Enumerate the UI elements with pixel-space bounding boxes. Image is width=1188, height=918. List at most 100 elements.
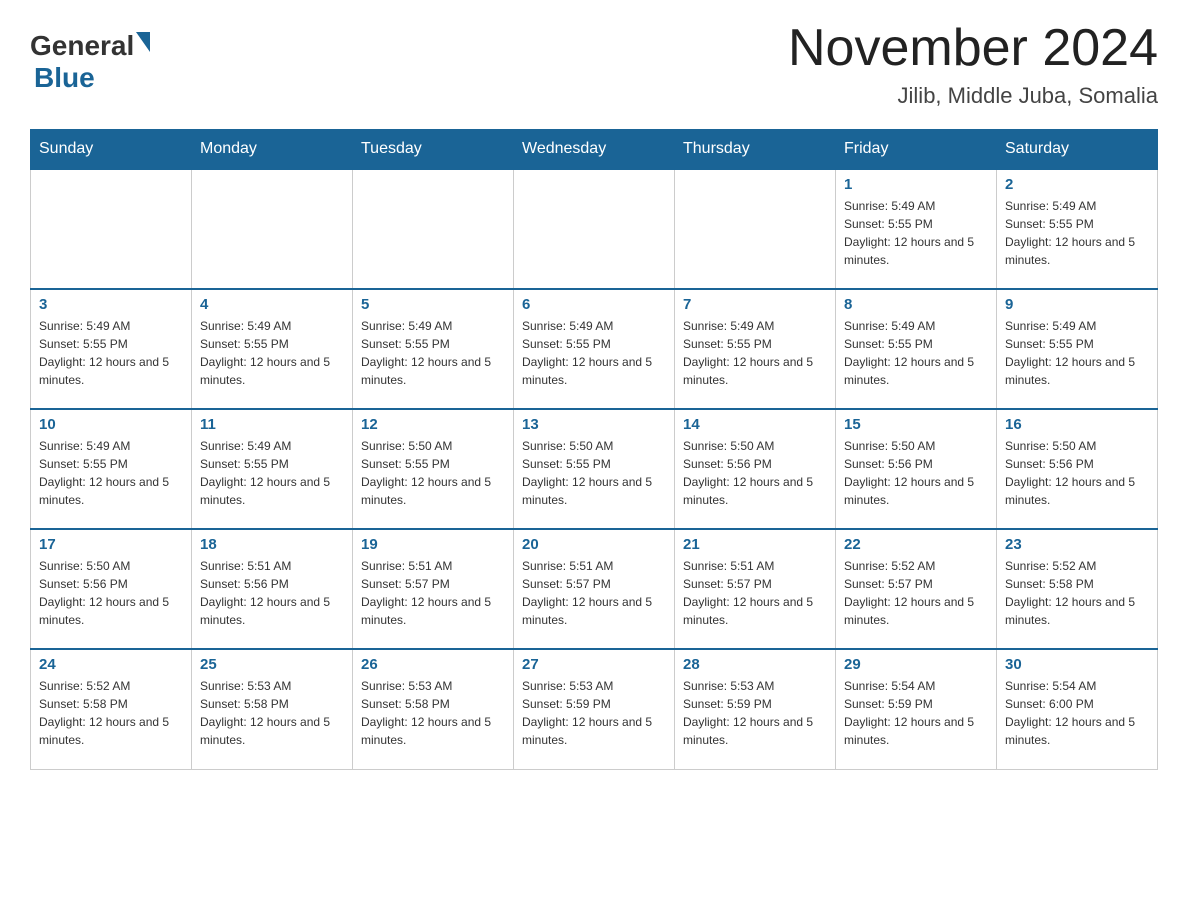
day-info: Sunrise: 5:49 AMSunset: 5:55 PMDaylight:… — [522, 317, 666, 389]
day-info: Sunrise: 5:53 AMSunset: 5:59 PMDaylight:… — [522, 677, 666, 749]
calendar-cell: 21 Sunrise: 5:51 AMSunset: 5:57 PMDayligh… — [675, 529, 836, 649]
day-number: 23 — [1005, 536, 1149, 553]
day-info: Sunrise: 5:51 AMSunset: 5:57 PMDaylight:… — [683, 557, 827, 629]
day-number: 12 — [361, 416, 505, 433]
logo-blue-text: Blue — [34, 62, 95, 94]
calendar-table: SundayMondayTuesdayWednesdayThursdayFrid… — [30, 129, 1158, 770]
day-number: 26 — [361, 656, 505, 673]
day-info: Sunrise: 5:49 AMSunset: 5:55 PMDaylight:… — [683, 317, 827, 389]
day-info: Sunrise: 5:50 AMSunset: 5:56 PMDaylight:… — [39, 557, 183, 629]
day-info: Sunrise: 5:49 AMSunset: 5:55 PMDaylight:… — [361, 317, 505, 389]
calendar-cell: 11 Sunrise: 5:49 AMSunset: 5:55 PMDayligh… — [192, 409, 353, 529]
day-info: Sunrise: 5:50 AMSunset: 5:55 PMDaylight:… — [361, 437, 505, 509]
calendar-header-saturday: Saturday — [997, 130, 1158, 170]
day-number: 20 — [522, 536, 666, 553]
calendar-cell: 5 Sunrise: 5:49 AMSunset: 5:55 PMDaylight… — [353, 289, 514, 409]
day-number: 14 — [683, 416, 827, 433]
day-number: 5 — [361, 296, 505, 313]
calendar-cell: 23 Sunrise: 5:52 AMSunset: 5:58 PMDayligh… — [997, 529, 1158, 649]
day-number: 8 — [844, 296, 988, 313]
calendar-cell — [353, 169, 514, 289]
day-number: 19 — [361, 536, 505, 553]
day-info: Sunrise: 5:49 AMSunset: 5:55 PMDaylight:… — [200, 317, 344, 389]
logo-triangle-icon — [136, 32, 150, 52]
calendar-cell — [31, 169, 192, 289]
day-number: 6 — [522, 296, 666, 313]
day-number: 1 — [844, 176, 988, 193]
day-number: 16 — [1005, 416, 1149, 433]
month-title: November 2024 — [788, 20, 1158, 77]
day-info: Sunrise: 5:51 AMSunset: 5:56 PMDaylight:… — [200, 557, 344, 629]
day-info: Sunrise: 5:50 AMSunset: 5:56 PMDaylight:… — [1005, 437, 1149, 509]
day-info: Sunrise: 5:52 AMSunset: 5:58 PMDaylight:… — [1005, 557, 1149, 629]
day-number: 17 — [39, 536, 183, 553]
day-info: Sunrise: 5:52 AMSunset: 5:58 PMDaylight:… — [39, 677, 183, 749]
title-area: November 2024 Jilib, Middle Juba, Somali… — [788, 20, 1158, 109]
day-number: 29 — [844, 656, 988, 673]
day-info: Sunrise: 5:54 AMSunset: 6:00 PMDaylight:… — [1005, 677, 1149, 749]
day-number: 30 — [1005, 656, 1149, 673]
calendar-cell: 8 Sunrise: 5:49 AMSunset: 5:55 PMDaylight… — [836, 289, 997, 409]
day-info: Sunrise: 5:51 AMSunset: 5:57 PMDaylight:… — [522, 557, 666, 629]
calendar-cell: 26 Sunrise: 5:53 AMSunset: 5:58 PMDayligh… — [353, 649, 514, 769]
day-info: Sunrise: 5:49 AMSunset: 5:55 PMDaylight:… — [200, 437, 344, 509]
calendar-cell: 9Sunrise: 5:49 AMSunset: 5:55 PMDaylight… — [997, 289, 1158, 409]
calendar-cell: 14Sunrise: 5:50 AMSunset: 5:56 PMDayligh… — [675, 409, 836, 529]
day-info: Sunrise: 5:53 AMSunset: 5:58 PMDaylight:… — [200, 677, 344, 749]
day-number: 7 — [683, 296, 827, 313]
day-number: 10 — [39, 416, 183, 433]
day-info: Sunrise: 5:53 AMSunset: 5:58 PMDaylight:… — [361, 677, 505, 749]
day-info: Sunrise: 5:50 AMSunset: 5:55 PMDaylight:… — [522, 437, 666, 509]
page-header: General Blue November 2024 Jilib, Middle… — [30, 20, 1158, 109]
logo: General Blue — [30, 30, 150, 94]
calendar-cell: 12 Sunrise: 5:50 AMSunset: 5:55 PMDayligh… — [353, 409, 514, 529]
calendar-cell: 13 Sunrise: 5:50 AMSunset: 5:55 PMDayligh… — [514, 409, 675, 529]
calendar-cell: 20 Sunrise: 5:51 AMSunset: 5:57 PMDayligh… — [514, 529, 675, 649]
logo-general-text: General — [30, 30, 134, 62]
calendar-cell: 2Sunrise: 5:49 AMSunset: 5:55 PMDaylight… — [997, 169, 1158, 289]
calendar-cell: 4Sunrise: 5:49 AMSunset: 5:55 PMDaylight… — [192, 289, 353, 409]
day-info: Sunrise: 5:50 AMSunset: 5:56 PMDaylight:… — [844, 437, 988, 509]
calendar-cell: 24 Sunrise: 5:52 AMSunset: 5:58 PMDayligh… — [31, 649, 192, 769]
calendar-cell: 1 Sunrise: 5:49 AMSunset: 5:55 PMDaylight… — [836, 169, 997, 289]
calendar-cell: 6 Sunrise: 5:49 AMSunset: 5:55 PMDaylight… — [514, 289, 675, 409]
day-number: 15 — [844, 416, 988, 433]
calendar-cell: 28 Sunrise: 5:53 AMSunset: 5:59 PMDayligh… — [675, 649, 836, 769]
calendar-cell: 25 Sunrise: 5:53 AMSunset: 5:58 PMDayligh… — [192, 649, 353, 769]
day-number: 11 — [200, 416, 344, 433]
calendar-header-monday: Monday — [192, 130, 353, 170]
day-info: Sunrise: 5:49 AMSunset: 5:55 PMDaylight:… — [844, 197, 988, 269]
calendar-week-row: 1 Sunrise: 5:49 AMSunset: 5:55 PMDaylight… — [31, 169, 1158, 289]
day-info: Sunrise: 5:49 AMSunset: 5:55 PMDaylight:… — [39, 317, 183, 389]
day-info: Sunrise: 5:51 AMSunset: 5:57 PMDaylight:… — [361, 557, 505, 629]
calendar-cell: 16 Sunrise: 5:50 AMSunset: 5:56 PMDayligh… — [997, 409, 1158, 529]
calendar-week-row: 10 Sunrise: 5:49 AMSunset: 5:55 PMDayligh… — [31, 409, 1158, 529]
calendar-cell: 3Sunrise: 5:49 AMSunset: 5:55 PMDaylight… — [31, 289, 192, 409]
calendar-header-sunday: Sunday — [31, 130, 192, 170]
day-number: 21 — [683, 536, 827, 553]
day-info: Sunrise: 5:49 AMSunset: 5:55 PMDaylight:… — [1005, 317, 1149, 389]
calendar-header-tuesday: Tuesday — [353, 130, 514, 170]
day-number: 28 — [683, 656, 827, 673]
calendar-cell: 22Sunrise: 5:52 AMSunset: 5:57 PMDayligh… — [836, 529, 997, 649]
day-number: 22 — [844, 536, 988, 553]
day-info: Sunrise: 5:53 AMSunset: 5:59 PMDaylight:… — [683, 677, 827, 749]
calendar-cell: 18 Sunrise: 5:51 AMSunset: 5:56 PMDayligh… — [192, 529, 353, 649]
day-number: 27 — [522, 656, 666, 673]
day-number: 2 — [1005, 176, 1149, 193]
calendar-cell: 7 Sunrise: 5:49 AMSunset: 5:55 PMDaylight… — [675, 289, 836, 409]
day-number: 24 — [39, 656, 183, 673]
calendar-cell — [192, 169, 353, 289]
calendar-week-row: 24 Sunrise: 5:52 AMSunset: 5:58 PMDayligh… — [31, 649, 1158, 769]
day-info: Sunrise: 5:49 AMSunset: 5:55 PMDaylight:… — [844, 317, 988, 389]
calendar-cell — [514, 169, 675, 289]
calendar-header-thursday: Thursday — [675, 130, 836, 170]
day-number: 25 — [200, 656, 344, 673]
day-info: Sunrise: 5:49 AMSunset: 5:55 PMDaylight:… — [39, 437, 183, 509]
day-number: 13 — [522, 416, 666, 433]
calendar-cell: 10 Sunrise: 5:49 AMSunset: 5:55 PMDayligh… — [31, 409, 192, 529]
calendar-cell: 17 Sunrise: 5:50 AMSunset: 5:56 PMDayligh… — [31, 529, 192, 649]
calendar-cell: 15 Sunrise: 5:50 AMSunset: 5:56 PMDayligh… — [836, 409, 997, 529]
calendar-header-friday: Friday — [836, 130, 997, 170]
day-number: 18 — [200, 536, 344, 553]
